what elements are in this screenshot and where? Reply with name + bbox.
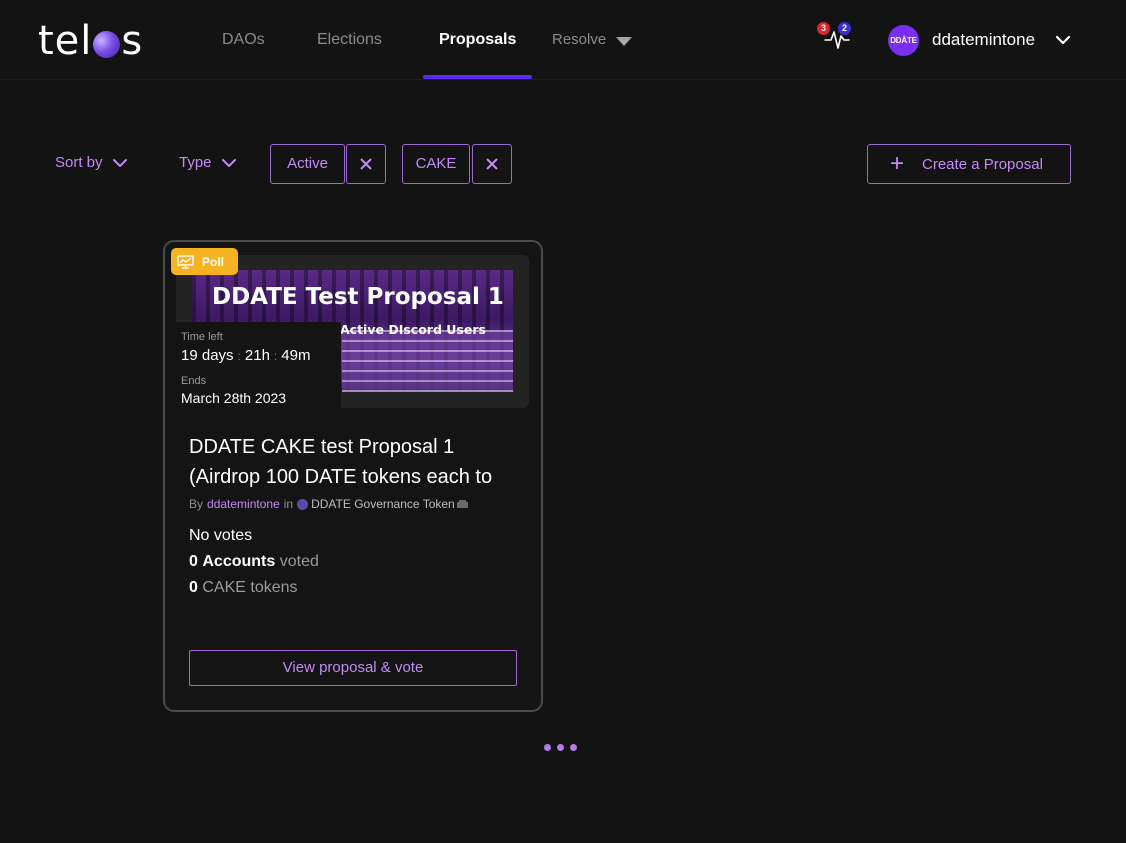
telos-logo[interactable]: tel s — [38, 18, 143, 64]
banner-title: DDATE Test Proposal 1 — [212, 284, 504, 310]
tokens-voted: 0 CAKE tokens — [189, 578, 298, 598]
ends-value: March 28th 2023 — [181, 390, 287, 406]
accounts-voted: 0 Accounts voted — [189, 552, 319, 572]
type-dropdown[interactable]: Type — [179, 153, 236, 173]
time-left-label: Time left — [181, 331, 223, 343]
chevron-down-icon — [112, 159, 127, 167]
filter-chip-cake[interactable]: CAKE — [402, 144, 470, 184]
in-label: in — [283, 497, 294, 511]
poll-badge-label: Poll — [202, 254, 225, 269]
time-left-hours: 21h — [244, 347, 270, 364]
votes-status: No votes — [189, 527, 253, 544]
active-nav-indicator — [423, 75, 532, 79]
chevron-down-icon[interactable] — [1055, 33, 1071, 47]
poll-chart-icon — [177, 254, 194, 269]
username[interactable]: ddatemintone — [932, 29, 1035, 51]
view-proposal-button[interactable]: View proposal & vote — [189, 650, 517, 686]
loading-dot — [544, 744, 551, 751]
time-separator: : — [273, 349, 278, 363]
dao-logo-icon — [297, 498, 309, 510]
tokens-label: CAKE tokens — [202, 579, 298, 596]
logo-text-left: tel — [38, 18, 93, 64]
loading-dot — [557, 744, 564, 751]
create-proposal-label: Create a Proposal — [922, 155, 1043, 173]
time-left-minutes: 49m — [281, 347, 311, 364]
top-header: tel s DAOs Elections Proposals Resolve 3 … — [0, 0, 1126, 80]
dao-name-link[interactable]: DDATE Governance Token — [311, 497, 455, 511]
loading-dot — [570, 744, 577, 751]
token-icon — [456, 499, 468, 508]
sort-by-dropdown[interactable]: Sort by — [55, 153, 127, 173]
banner-steps-decor — [342, 330, 513, 392]
user-avatar[interactable]: DDÅTE — [888, 25, 919, 56]
proposal-title-line1: DDATE CAKE test Proposal 1 — [189, 436, 455, 458]
filter-chip-active[interactable]: Active — [270, 144, 345, 184]
nav-elections[interactable]: Elections — [317, 29, 382, 51]
nav-resolve-label: Resolve — [552, 31, 607, 48]
remove-filter-active-button[interactable] — [346, 144, 386, 184]
sort-by-label: Sort by — [55, 154, 103, 171]
create-proposal-button[interactable]: + Create a Proposal — [867, 144, 1071, 184]
tokens-count: 0 — [189, 579, 198, 596]
caret-down-icon — [616, 37, 633, 46]
proposal-title[interactable]: DDATE CAKE test Proposal 1 (Airdrop 100 … — [189, 432, 519, 492]
remove-filter-cake-button[interactable] — [472, 144, 512, 184]
time-separator: : — [237, 349, 241, 363]
loading-indicator — [544, 744, 577, 751]
accounts-label: Accounts — [202, 553, 276, 570]
notification-badge-red: 3 — [817, 22, 830, 35]
logo-text-right: s — [121, 18, 144, 64]
time-left-days: 19 days — [181, 347, 234, 364]
voted-label: voted — [279, 553, 319, 570]
ends-label: Ends — [181, 375, 207, 387]
by-label: By — [189, 497, 204, 511]
notification-badge-blue: 2 — [838, 22, 851, 35]
close-icon — [360, 158, 372, 170]
close-icon — [486, 158, 498, 170]
chevron-down-icon — [221, 159, 236, 167]
banner-subtitle: Active DIscord Users — [340, 322, 486, 337]
author-link[interactable]: ddatemintone — [207, 497, 280, 511]
type-label: Type — [179, 154, 212, 171]
plus-icon: + — [890, 150, 905, 177]
nav-proposals[interactable]: Proposals — [439, 29, 516, 51]
nav-daos[interactable]: DAOs — [222, 29, 265, 51]
accounts-count: 0 — [189, 553, 198, 570]
poll-type-badge: Poll — [171, 248, 238, 275]
proposal-byline: By ddatemintone in DDATE Governance Toke… — [189, 497, 469, 511]
proposal-title-line2: (Airdrop 100 DATE tokens each to — [189, 466, 493, 488]
logo-orb-icon — [93, 30, 121, 58]
nav-resolve-dropdown[interactable]: Resolve — [552, 29, 633, 51]
time-left-value: 19 days:21h:49m — [181, 347, 310, 365]
